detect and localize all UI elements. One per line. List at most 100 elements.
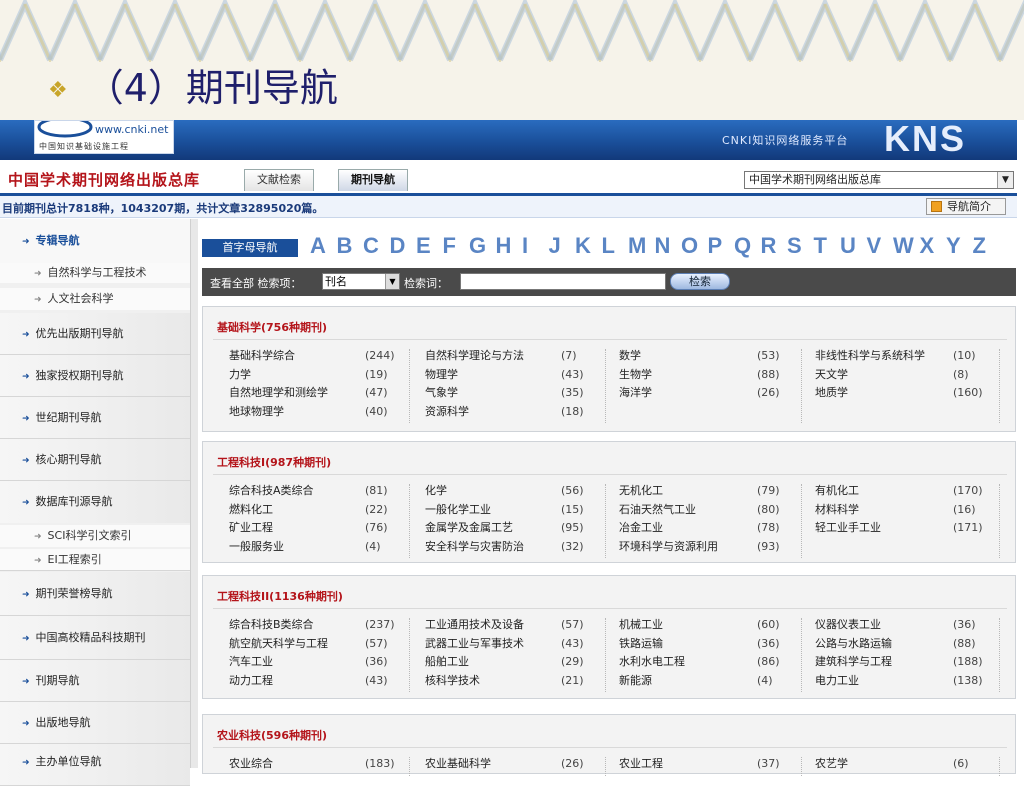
letter-link-z[interactable]: Z <box>973 233 986 259</box>
subject-link[interactable]: 生物学 <box>619 366 652 382</box>
subject-link[interactable]: 汽车工业 <box>229 653 273 669</box>
dropdown-arrow-icon[interactable]: ▼ <box>997 172 1013 188</box>
subject-link[interactable]: 海洋学 <box>619 384 652 400</box>
letter-link-f[interactable]: F <box>443 233 456 259</box>
subject-link[interactable]: 矿业工程 <box>229 519 273 535</box>
subject-link[interactable]: 无机化工 <box>619 482 663 498</box>
subject-link[interactable]: 气象学 <box>425 384 458 400</box>
sidebar-item-db-source[interactable]: ➜ 数据库刊源导航 <box>0 481 190 523</box>
letter-link-i[interactable]: I <box>522 233 528 259</box>
letter-link-a[interactable]: A <box>310 233 326 259</box>
subject-link[interactable]: 铁路运输 <box>619 635 663 651</box>
subject-link[interactable]: 力学 <box>229 366 251 382</box>
subject-link[interactable]: 建筑科学与工程 <box>815 653 892 669</box>
sidebar-item-university[interactable]: ➜ 中国高校精品科技期刊 <box>0 616 190 660</box>
subject-link[interactable]: 有机化工 <box>815 482 859 498</box>
letter-link-v[interactable]: V <box>867 233 882 259</box>
keyword-input[interactable] <box>460 273 666 290</box>
subject-link[interactable]: 工业通用技术及设备 <box>425 616 524 632</box>
subject-link[interactable]: 化学 <box>425 482 447 498</box>
letter-link-c[interactable]: C <box>363 233 379 259</box>
letter-link-w[interactable]: W <box>893 233 914 259</box>
sidebar-item-exclusive[interactable]: ➜ 独家授权期刊导航 <box>0 355 190 397</box>
letter-link-s[interactable]: S <box>787 233 802 259</box>
letter-link-p[interactable]: P <box>708 233 723 259</box>
sidebar-item-honors[interactable]: ➜ 期刊荣誉榜导航 <box>0 572 190 616</box>
sidebar-item-periodicity[interactable]: ➜ 刊期导航 <box>0 660 190 702</box>
sidebar-item-special-nav[interactable]: ➜ 专辑导航 <box>0 219 190 263</box>
letter-link-d[interactable]: D <box>390 233 406 259</box>
letter-link-l[interactable]: L <box>602 233 615 259</box>
letter-link-q[interactable]: Q <box>734 233 751 259</box>
view-all-label[interactable]: 查看全部 检索项： <box>210 275 302 291</box>
subject-link[interactable]: 安全科学与灾害防治 <box>425 538 524 554</box>
subject-link[interactable]: 综合科技B类综合 <box>229 616 314 632</box>
subject-link[interactable]: 水利水电工程 <box>619 653 685 669</box>
subject-link[interactable]: 核科学技术 <box>425 672 480 688</box>
letter-link-n[interactable]: N <box>655 233 671 259</box>
sidebar-item-ei[interactable]: ➜ EI工程索引 <box>0 549 190 571</box>
subject-link[interactable]: 农业综合 <box>229 755 273 771</box>
letter-link-h[interactable]: H <box>496 233 512 259</box>
sidebar-item-publish-place[interactable]: ➜ 出版地导航 <box>0 702 190 744</box>
subject-link[interactable]: 环境科学与资源利用 <box>619 538 718 554</box>
subject-link[interactable]: 电力工业 <box>815 672 859 688</box>
subject-link[interactable]: 公路与水路运输 <box>815 635 892 651</box>
subject-link[interactable]: 农艺学 <box>815 755 848 771</box>
subject-link[interactable]: 自然科学理论与方法 <box>425 347 524 363</box>
cnki-logo[interactable]: www.cnki.net 中国知识基础设施工程 <box>34 120 174 154</box>
category-title[interactable]: 农业科技(596种期刊) <box>217 727 327 743</box>
letter-link-x[interactable]: X <box>920 233 935 259</box>
subject-link[interactable]: 农业基础科学 <box>425 755 491 771</box>
subject-link[interactable]: 轻工业手工业 <box>815 519 881 535</box>
sidebar-item-natural-science[interactable]: ➜ 自然科学与工程技术 <box>0 263 190 283</box>
sidebar-item-humanities[interactable]: ➜ 人文社会科学 <box>0 288 190 310</box>
subject-link[interactable]: 一般化学工业 <box>425 501 491 517</box>
subject-link[interactable]: 燃料化工 <box>229 501 273 517</box>
letter-link-m[interactable]: M <box>628 233 646 259</box>
subject-link[interactable]: 综合科技A类综合 <box>229 482 314 498</box>
subject-link[interactable]: 天文学 <box>815 366 848 382</box>
subject-link[interactable]: 新能源 <box>619 672 652 688</box>
subject-link[interactable]: 冶金工业 <box>619 519 663 535</box>
letter-link-r[interactable]: R <box>761 233 777 259</box>
category-title[interactable]: 工程科技II(1136种期刊) <box>217 588 343 604</box>
subject-link[interactable]: 金属学及金属工艺 <box>425 519 513 535</box>
subject-link[interactable]: 一般服务业 <box>229 538 284 554</box>
category-title[interactable]: 工程科技I(987种期刊) <box>217 454 331 470</box>
subject-link[interactable]: 资源科学 <box>425 403 469 419</box>
letter-link-y[interactable]: Y <box>946 233 961 259</box>
sidebar-item-sponsor[interactable]: ➜ 主办单位导航 <box>0 744 190 786</box>
subject-link[interactable]: 机械工业 <box>619 616 663 632</box>
subject-link[interactable]: 船舶工业 <box>425 653 469 669</box>
subject-link[interactable]: 动力工程 <box>229 672 273 688</box>
subject-link[interactable]: 物理学 <box>425 366 458 382</box>
search-field-select[interactable]: 刊名 ▼ <box>322 273 400 290</box>
subject-link[interactable]: 数学 <box>619 347 641 363</box>
subject-link[interactable]: 基础科学综合 <box>229 347 295 363</box>
database-select[interactable]: 中国学术期刊网络出版总库 ▼ <box>744 171 1014 189</box>
subject-link[interactable]: 农业工程 <box>619 755 663 771</box>
subject-link[interactable]: 航空航天科学与工程 <box>229 635 328 651</box>
sidebar-item-priority-publish[interactable]: ➜ 优先出版期刊导航 <box>0 313 190 355</box>
tab-journal-nav[interactable]: 期刊导航 <box>338 169 408 191</box>
letter-link-k[interactable]: K <box>575 233 591 259</box>
subject-link[interactable]: 地球物理学 <box>229 403 284 419</box>
subject-link[interactable]: 石油天然气工业 <box>619 501 696 517</box>
subject-link[interactable]: 仪器仪表工业 <box>815 616 881 632</box>
letter-link-t[interactable]: T <box>814 233 827 259</box>
nav-guide-button[interactable]: 导航简介 <box>926 198 1006 215</box>
subject-link[interactable]: 非线性科学与系统科学 <box>815 347 925 363</box>
letter-link-o[interactable]: O <box>681 233 698 259</box>
letter-link-g[interactable]: G <box>469 233 486 259</box>
dropdown-arrow-icon[interactable]: ▼ <box>385 274 399 289</box>
subject-link[interactable]: 自然地理学和测绘学 <box>229 384 328 400</box>
sidebar-item-century[interactable]: ➜ 世纪期刊导航 <box>0 397 190 439</box>
sidebar-item-core[interactable]: ➜ 核心期刊导航 <box>0 439 190 481</box>
subject-link[interactable]: 武器工业与军事技术 <box>425 635 524 651</box>
letter-link-u[interactable]: U <box>840 233 856 259</box>
subject-link[interactable]: 材料科学 <box>815 501 859 517</box>
category-title[interactable]: 基础科学(756种期刊) <box>217 319 327 335</box>
letter-link-e[interactable]: E <box>416 233 431 259</box>
search-button[interactable]: 检索 <box>670 273 730 290</box>
